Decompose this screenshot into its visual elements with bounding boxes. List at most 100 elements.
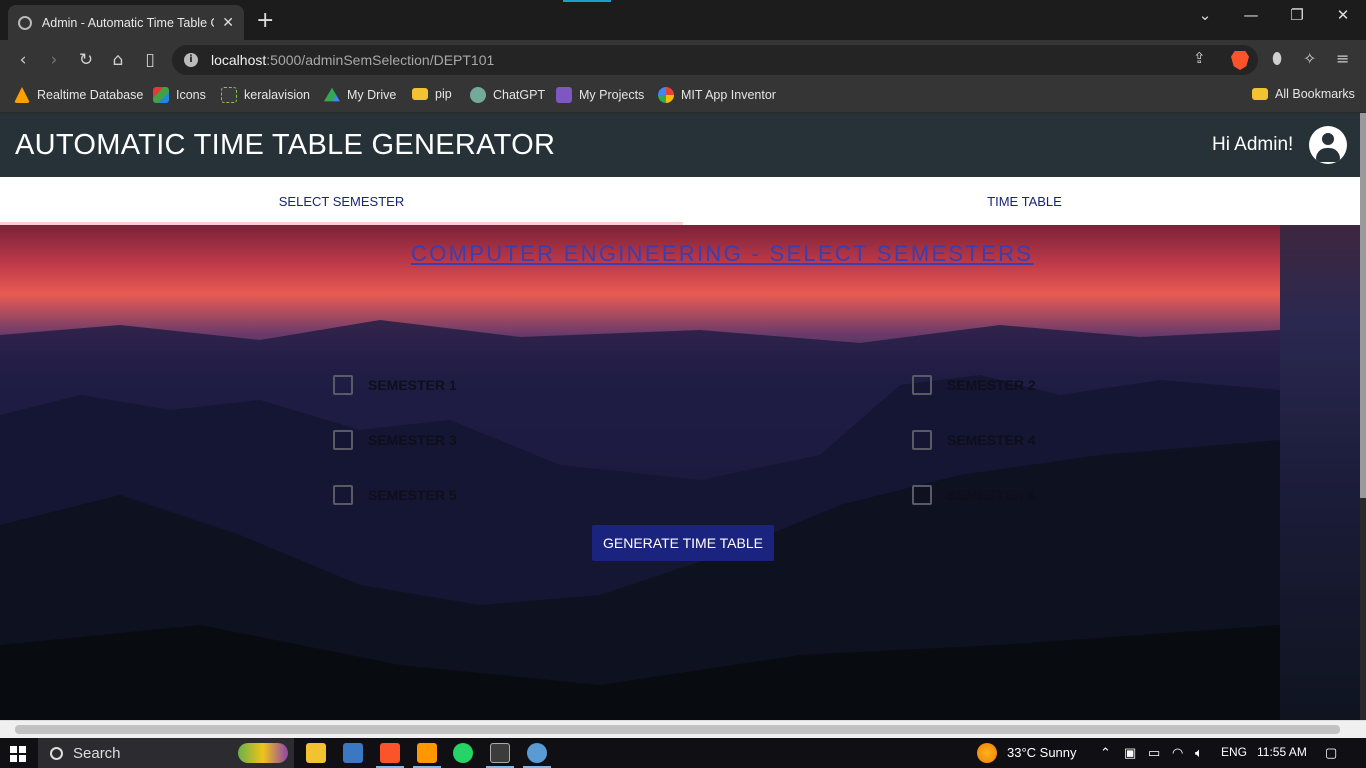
reload-button[interactable]: ↻ — [75, 50, 97, 70]
touch-keyboard-icon[interactable] — [343, 743, 363, 763]
account-circle-icon[interactable] — [1309, 126, 1347, 164]
generate-time-table-button[interactable]: GENERATE TIME TABLE — [592, 525, 774, 561]
vertical-scrollbar-thumb[interactable] — [1360, 113, 1366, 498]
chevron-up-icon[interactable]: ⌃ — [1100, 745, 1111, 761]
background-side-strip — [1280, 225, 1360, 720]
volume-icon[interactable]: 🔈︎ — [1195, 745, 1203, 761]
extensions-icon[interactable]: ✧ — [1303, 49, 1316, 68]
semester-label: SEMESTER 2 — [947, 377, 1036, 393]
battery-icon[interactable]: ▭ — [1148, 745, 1160, 761]
brave-browser-icon[interactable] — [380, 743, 400, 763]
wifi-icon[interactable]: ◠ — [1172, 745, 1183, 761]
search-highlight-icon[interactable] — [238, 743, 288, 763]
bookmark-my-drive[interactable]: My Drive — [324, 87, 396, 103]
tab-select-semester[interactable]: SELECT SEMESTER — [0, 177, 683, 225]
checkbox-box[interactable] — [333, 375, 353, 395]
checkbox-box[interactable] — [912, 485, 932, 505]
google-icon — [658, 87, 674, 103]
semester-label: SEMESTER 1 — [368, 377, 457, 393]
bookmark-keralavision[interactable]: keralavision — [221, 87, 310, 103]
sublime-text-icon[interactable] — [417, 743, 437, 763]
globe-icon — [18, 15, 32, 30]
bookmark-label: Realtime Database — [37, 88, 144, 102]
bookmark-chatgpt[interactable]: ChatGPT — [470, 87, 545, 103]
keralavision-icon — [221, 87, 237, 103]
semester-label: SEMESTER 3 — [368, 432, 457, 448]
horizontal-scrollbar[interactable] — [0, 720, 1366, 738]
share-icon[interactable]: ⇪ — [1193, 49, 1206, 67]
bookmark-label: keralavision — [244, 88, 311, 102]
semester-label: SEMESTER 4 — [947, 432, 1036, 448]
bookmark-label: My Projects — [579, 88, 645, 102]
bookmarks-bar: Realtime Database Icons keralavision My … — [0, 80, 1366, 113]
avatar-body — [1316, 148, 1340, 162]
checkbox-box[interactable] — [912, 375, 932, 395]
bookmark-label: pip — [435, 87, 452, 101]
horizontal-scrollbar-thumb[interactable] — [15, 725, 1340, 734]
new-tab-button[interactable]: + — [256, 8, 274, 33]
all-bookmarks[interactable]: All Bookmarks — [1252, 87, 1355, 101]
tab-time-table[interactable]: TIME TABLE — [683, 177, 1360, 225]
section-title: COMPUTER ENGINEERING - SELECT SEMESTERS — [411, 241, 1034, 266]
back-button[interactable]: ‹ — [12, 50, 34, 70]
python-app-icon[interactable] — [527, 743, 547, 763]
browser-titlebar: Admin - Automatic Time Table G ✕ + ⌄ — ❐… — [0, 0, 1366, 40]
window-accent-line — [563, 0, 611, 2]
folder-icon — [412, 88, 428, 100]
checkbox-box[interactable] — [912, 430, 932, 450]
google-drive-icon — [324, 87, 340, 102]
tray-app-icon[interactable]: ▣ — [1124, 745, 1136, 761]
file-explorer-icon[interactable] — [306, 743, 326, 763]
mountain-silhouettes — [0, 320, 1280, 720]
semester-6-checkbox[interactable]: SEMESTER 6 — [912, 485, 1036, 505]
command-prompt-icon[interactable] — [490, 743, 510, 763]
language-indicator[interactable]: ENG — [1221, 745, 1247, 759]
bookmark-icons[interactable]: Icons — [153, 87, 206, 103]
minimize-button[interactable]: — — [1228, 6, 1274, 24]
whatsapp-icon[interactable] — [453, 743, 473, 763]
checkbox-box[interactable] — [333, 430, 353, 450]
bookmark-my-projects[interactable]: My Projects — [556, 87, 644, 103]
semester-2-checkbox[interactable]: SEMESTER 2 — [912, 375, 1036, 395]
close-tab-icon[interactable]: ✕ — [222, 15, 234, 31]
restore-button[interactable]: ❐ — [1274, 6, 1320, 24]
menu-icon[interactable]: ≡ — [1336, 49, 1349, 68]
bookmark-page-icon[interactable]: ▯ — [139, 50, 161, 70]
forward-button[interactable]: › — [43, 50, 65, 70]
close-window-button[interactable]: ✕ — [1320, 6, 1366, 24]
app-title: AUTOMATIC TIME TABLE GENERATOR — [15, 129, 556, 161]
bookmark-realtime-database[interactable]: Realtime Database — [14, 87, 143, 103]
bookmark-mit-app-inventor[interactable]: MIT App Inventor — [658, 87, 776, 103]
clock-time[interactable]: 11:55 AM — [1257, 745, 1307, 759]
page-tabs: SELECT SEMESTER TIME TABLE — [0, 177, 1360, 225]
semester-4-checkbox[interactable]: SEMESTER 4 — [912, 430, 1036, 450]
semester-label: SEMESTER 6 — [947, 487, 1036, 503]
bookmark-label: My Drive — [347, 88, 397, 102]
semester-3-checkbox[interactable]: SEMESTER 3 — [333, 430, 457, 450]
bookmark-label: ChatGPT — [493, 88, 546, 102]
address-bar[interactable]: i localhost :5000/adminSemSelection/DEPT… — [172, 45, 1258, 75]
projects-icon — [556, 87, 572, 103]
browser-toolbar: ‹ › ↻ ⌂ ▯ i localhost :5000/adminSemSele… — [0, 40, 1366, 80]
vertical-scrollbar[interactable] — [1360, 113, 1366, 720]
bookmark-pip[interactable]: pip — [412, 87, 452, 101]
tab-search-chevron-icon[interactable]: ⌄ — [1182, 6, 1228, 24]
semester-5-checkbox[interactable]: SEMESTER 5 — [333, 485, 457, 505]
browser-tab[interactable]: Admin - Automatic Time Table G ✕ — [8, 5, 244, 40]
weather-sun-icon[interactable] — [977, 743, 997, 763]
chatgpt-icon — [470, 87, 486, 103]
site-info-icon[interactable]: i — [184, 53, 198, 67]
notifications-icon[interactable]: ▢ — [1325, 745, 1337, 761]
url-host: localhost — [211, 52, 267, 68]
firebase-icon — [14, 87, 30, 103]
app-header: AUTOMATIC TIME TABLE GENERATOR Hi Admin! — [0, 113, 1360, 177]
url-path: :5000/adminSemSelection/DEPT101 — [266, 52, 495, 68]
checkbox-box[interactable] — [333, 485, 353, 505]
background-landscape-image: COMPUTER ENGINEERING - SELECT SEMESTERS … — [0, 225, 1360, 720]
semester-1-checkbox[interactable]: SEMESTER 1 — [333, 375, 457, 395]
windows-start-icon[interactable] — [10, 746, 26, 762]
weather-text[interactable]: 33°C Sunny — [1007, 745, 1077, 760]
tab-title: Admin - Automatic Time Table G — [41, 15, 215, 30]
home-button[interactable]: ⌂ — [107, 50, 129, 70]
wallet-icon[interactable]: ⬮ — [1272, 49, 1282, 69]
